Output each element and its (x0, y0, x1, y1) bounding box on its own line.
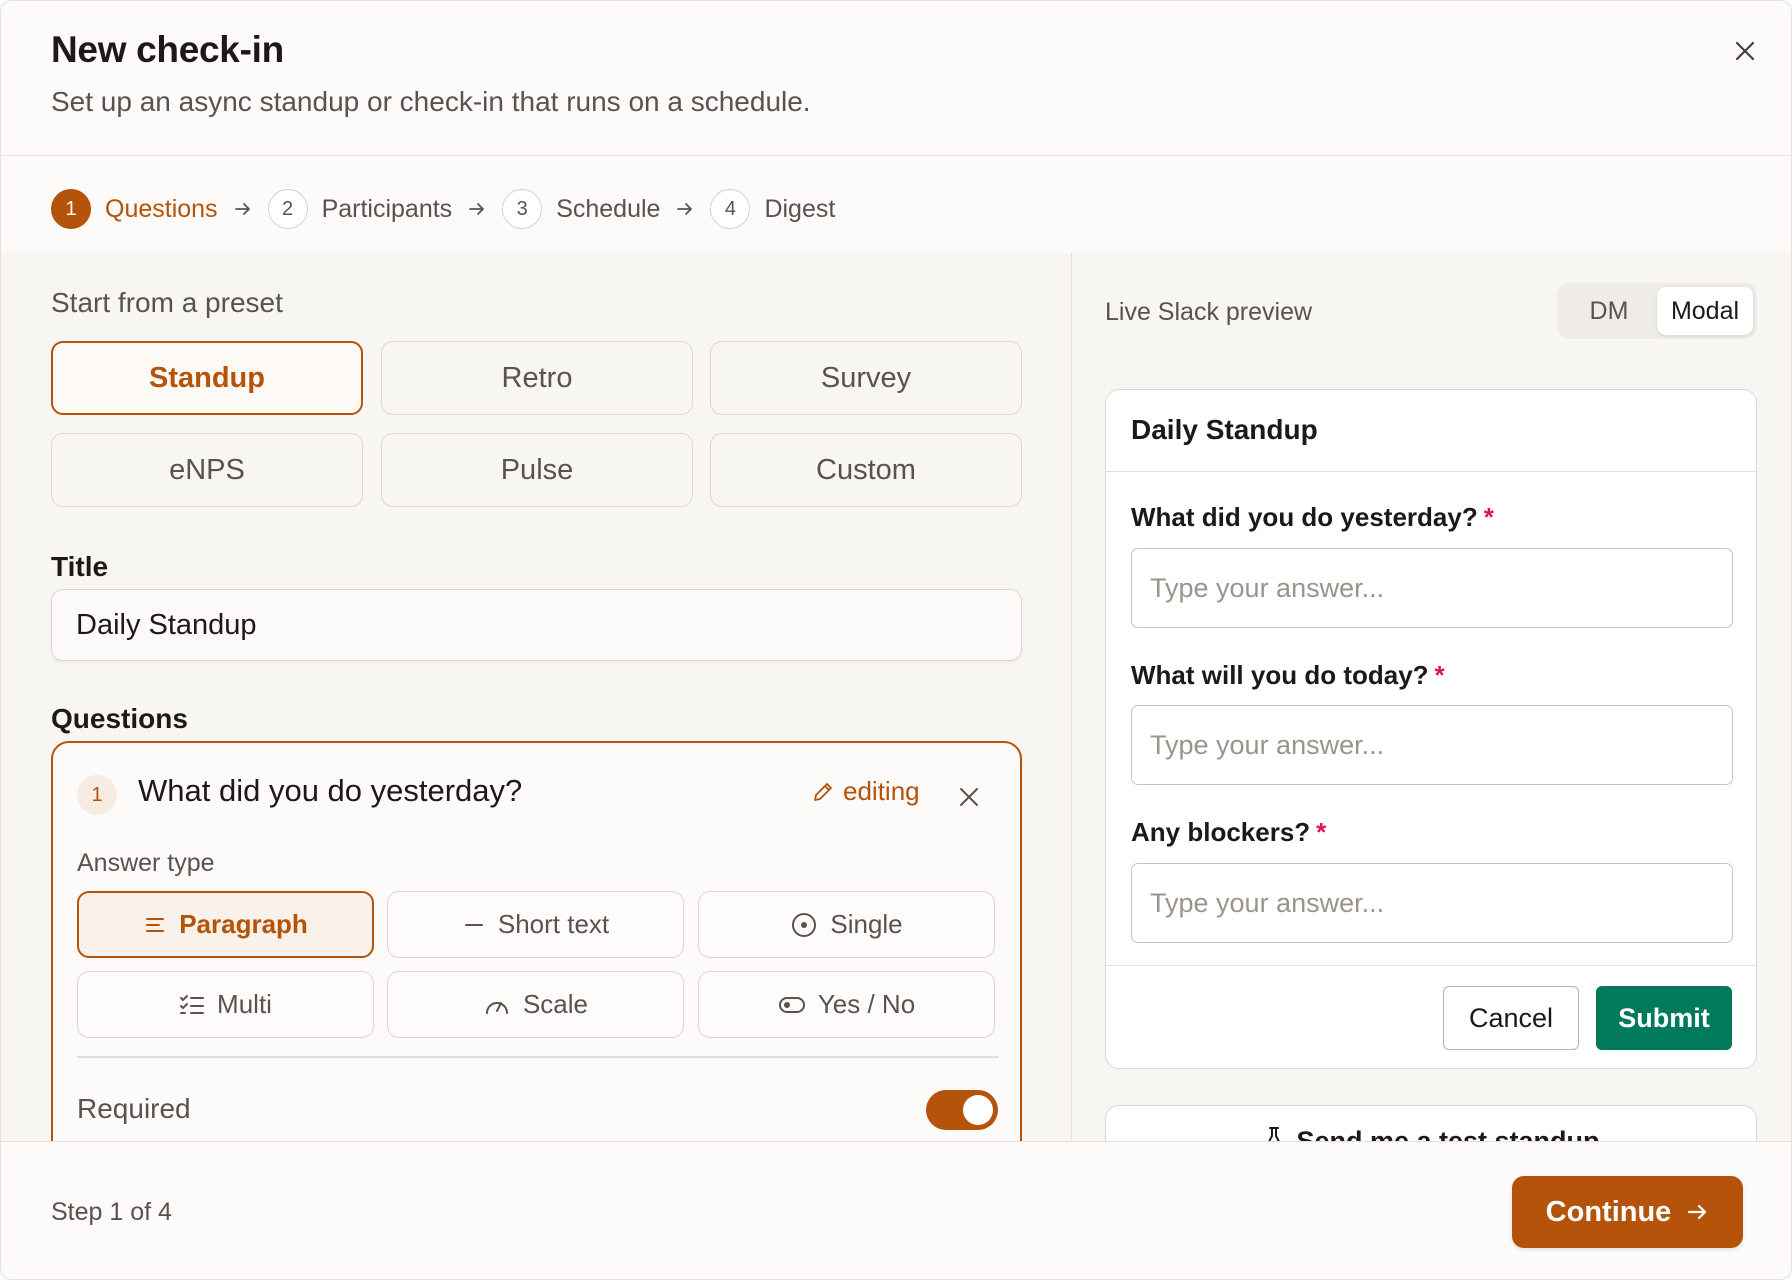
slack-modal-preview: Daily Standup What did you do yesterday?… (1105, 389, 1757, 1069)
answer-type-label: Multi (217, 989, 272, 1019)
question-number: 1 (77, 775, 117, 815)
answer-type-label: Single (830, 909, 903, 939)
mode-dm[interactable]: DM (1561, 287, 1657, 335)
question-card[interactable]: 1 What did you do yesterday? editing Ans… (51, 741, 1022, 1141)
required-star: * (1434, 660, 1445, 690)
answer-type-label: Yes / No (817, 989, 916, 1019)
slack-modal-title: Daily Standup (1131, 414, 1318, 445)
arrow-right-icon (467, 199, 487, 219)
step-label: Participants (321, 194, 453, 223)
answer-type-single[interactable]: Single (698, 891, 995, 958)
required-star: * (1316, 817, 1327, 847)
gauge-icon (483, 993, 511, 1017)
questions-label: Questions (51, 703, 188, 734)
preset-pulse[interactable]: Pulse (381, 433, 693, 507)
step-number: 2 (267, 189, 308, 229)
preview-label: Live Slack preview (1105, 298, 1313, 326)
required-label: Required (77, 1093, 191, 1124)
answer-type-short-text[interactable]: Short text (387, 891, 684, 958)
question-text[interactable]: What did you do yesterday? (138, 773, 522, 809)
preview-question-label: What did you do yesterday? * (1131, 502, 1494, 532)
answer-type-yes-no[interactable]: Yes / No (698, 971, 995, 1038)
answer-type-label: Short text (497, 909, 610, 939)
close-icon (960, 788, 978, 806)
preview-answer-input[interactable] (1131, 705, 1733, 785)
preset-section-label: Start from a preset (51, 287, 283, 318)
radio-icon (790, 911, 818, 939)
continue-label: Continue (1545, 1195, 1672, 1228)
questions-editor-panel: Start from a preset Standup Retro Survey… (1, 253, 1071, 1141)
preview-answer-input[interactable] (1131, 548, 1733, 628)
step-number: 3 (502, 189, 543, 229)
title-input[interactable] (51, 589, 1022, 661)
answer-type-multi[interactable]: Multi (77, 971, 374, 1038)
preset-standup[interactable]: Standup (51, 341, 363, 415)
editing-label: editing (843, 776, 920, 806)
remove-question-button[interactable] (953, 781, 985, 813)
preset-custom[interactable]: Custom (710, 433, 1022, 507)
arrow-right-icon (1685, 1200, 1709, 1224)
step-questions[interactable]: 1 Questions (51, 189, 218, 229)
step-schedule[interactable]: 3 Schedule (502, 189, 660, 229)
checklist-icon (179, 993, 205, 1017)
preset-retro[interactable]: Retro (381, 341, 693, 415)
flask-icon (1262, 1126, 1286, 1141)
slack-modal-footer: Cancel Submit (1106, 965, 1756, 1068)
answer-type-label: Answer type (77, 849, 215, 877)
step-number: 1 (51, 189, 91, 229)
step-label: Questions (105, 194, 218, 223)
arrow-right-icon (675, 199, 695, 219)
preview-question-label: What will you do today? * (1131, 660, 1445, 690)
modal-header: New check-in Set up an async standup or … (1, 1, 1791, 156)
preview-cancel-button[interactable]: Cancel (1443, 986, 1579, 1050)
mode-modal[interactable]: Modal (1657, 287, 1753, 335)
send-test-button[interactable]: Send me a test standup (1105, 1105, 1757, 1141)
step-progress-text: Step 1 of 4 (51, 1198, 172, 1226)
answer-type-paragraph[interactable]: Paragraph (77, 891, 374, 958)
close-icon (1735, 41, 1755, 61)
toggle-knob (963, 1095, 993, 1125)
slack-preview-panel: Live Slack preview DM Modal Daily Standu… (1072, 253, 1791, 1141)
preset-enps[interactable]: eNPS (51, 433, 363, 507)
required-toggle[interactable] (926, 1090, 998, 1130)
pencil-icon (814, 782, 832, 801)
required-star: * (1483, 502, 1494, 532)
preset-survey[interactable]: Survey (710, 341, 1022, 415)
new-checkin-modal: New check-in Set up an async standup or … (0, 0, 1792, 1280)
slack-modal-header: Daily Standup (1106, 390, 1756, 472)
close-button[interactable] (1727, 33, 1763, 69)
editing-indicator[interactable]: editing (811, 776, 920, 807)
answer-type-label: Paragraph (179, 909, 308, 939)
paragraph-icon (143, 913, 167, 937)
divider (77, 1056, 999, 1058)
preview-submit-button[interactable]: Submit (1596, 986, 1732, 1050)
step-number: 4 (710, 189, 751, 229)
title-label: Title (51, 551, 109, 582)
preview-question-label: Any blockers? * (1131, 817, 1327, 847)
toggle-icon (778, 995, 806, 1015)
answer-type-scale[interactable]: Scale (387, 971, 684, 1038)
modal-title: New check-in (51, 29, 284, 70)
stepper: 1 Questions 2 Participants 3 Schedule 4 … (51, 189, 835, 229)
preview-mode-switch: DM Modal (1557, 283, 1757, 339)
preview-answer-input[interactable] (1131, 863, 1733, 943)
send-test-label: Send me a test standup (1296, 1126, 1600, 1141)
modal-footer: Step 1 of 4 Continue (1, 1141, 1791, 1279)
arrow-right-icon (233, 199, 253, 219)
modal-subtitle: Set up an async standup or check-in that… (51, 86, 811, 117)
step-digest[interactable]: 4 Digest (710, 189, 835, 229)
continue-button[interactable]: Continue (1512, 1176, 1743, 1248)
answer-type-label: Scale (522, 989, 589, 1019)
step-label: Digest (764, 194, 836, 223)
step-label: Schedule (556, 194, 661, 223)
short-text-icon (462, 913, 486, 937)
step-participants[interactable]: 2 Participants (267, 189, 453, 229)
